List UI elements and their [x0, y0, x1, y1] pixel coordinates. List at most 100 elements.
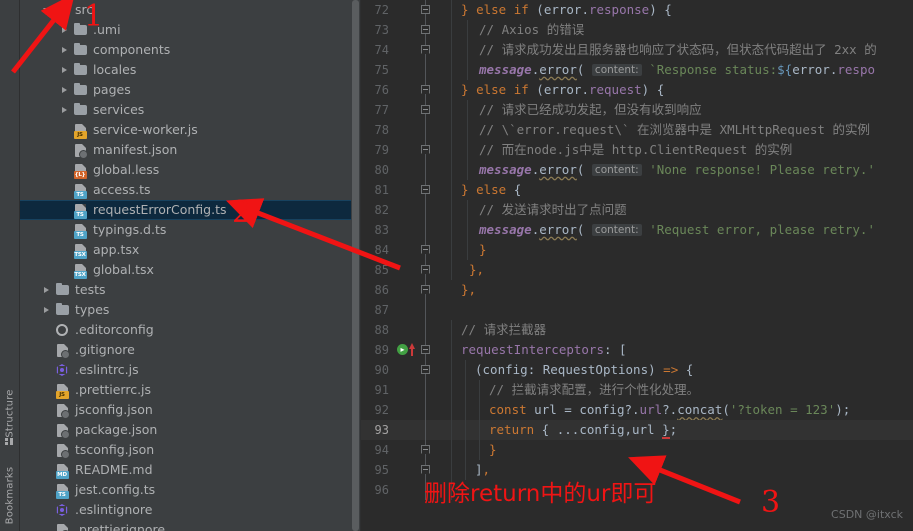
expand-arrow[interactable] [58, 140, 71, 160]
expand-arrow[interactable] [40, 320, 53, 340]
expand-arrow[interactable] [40, 340, 53, 360]
fold-gutter[interactable] [415, 300, 437, 320]
file-tree-item[interactable]: MD README.md [20, 460, 360, 480]
file-tree-item[interactable]: services [20, 100, 360, 120]
fold-gutter[interactable] [415, 60, 437, 80]
file-tree-item[interactable]: JS .prettierrc.js [20, 380, 360, 400]
expand-arrow[interactable] [40, 460, 53, 480]
file-tree-item[interactable]: src [20, 0, 360, 20]
expand-arrow[interactable] [58, 160, 71, 180]
fold-collapse-icon[interactable] [421, 105, 430, 114]
fold-gutter[interactable] [415, 40, 437, 60]
file-tree-item[interactable]: components [20, 40, 360, 60]
file-tree-item[interactable]: TSX global.tsx [20, 260, 360, 280]
file-tree-item[interactable]: package.json [20, 420, 360, 440]
expand-arrow[interactable] [58, 100, 71, 120]
fold-gutter[interactable] [415, 220, 437, 240]
fold-gutter[interactable] [415, 340, 437, 360]
file-tree-item[interactable]: manifest.json [20, 140, 360, 160]
file-tree-item[interactable]: TS requestErrorConfig.ts [20, 200, 360, 220]
fold-gutter[interactable] [415, 200, 437, 220]
code-editor[interactable]: 72} else if (error.response) {73 // Axios… [361, 0, 913, 531]
expand-arrow[interactable] [58, 60, 71, 80]
file-tree-item[interactable]: .editorconfig [20, 320, 360, 340]
fold-gutter[interactable] [415, 280, 437, 300]
file-tree-scrollbar-thumb[interactable] [352, 0, 359, 531]
expand-arrow[interactable] [40, 380, 53, 400]
file-tree-item[interactable]: JS service-worker.js [20, 120, 360, 140]
tool-window-bookmarks[interactable]: Bookmarks [4, 467, 15, 525]
tool-window-structure[interactable]: Structure [4, 389, 15, 437]
file-tree-item[interactable]: jsconfig.json [20, 400, 360, 420]
fold-collapse-icon[interactable] [421, 445, 430, 454]
file-tree-scrollbar[interactable] [351, 0, 360, 531]
fold-gutter[interactable] [415, 460, 437, 480]
fold-collapse-icon[interactable] [421, 245, 430, 254]
expand-arrow[interactable] [40, 300, 53, 320]
file-tree-item[interactable]: tsconfig.json [20, 440, 360, 460]
expand-arrow[interactable] [40, 360, 53, 380]
fold-gutter[interactable] [415, 420, 437, 440]
file-tree-item[interactable]: TS typings.d.ts [20, 220, 360, 240]
fold-gutter[interactable] [415, 160, 437, 180]
fold-collapse-icon[interactable] [421, 145, 430, 154]
fold-collapse-icon[interactable] [421, 345, 430, 354]
fold-collapse-icon[interactable] [421, 5, 430, 14]
fold-gutter[interactable] [415, 20, 437, 40]
expand-arrow[interactable] [40, 480, 53, 500]
file-tree-item[interactable]: types [20, 300, 360, 320]
file-tree-item[interactable]: TSX app.tsx [20, 240, 360, 260]
expand-arrow[interactable] [40, 400, 53, 420]
fold-gutter[interactable] [415, 480, 437, 500]
expand-arrow[interactable] [58, 20, 71, 40]
fold-gutter[interactable] [415, 0, 437, 20]
file-tree-item[interactable]: .gitignore [20, 340, 360, 360]
fold-gutter[interactable] [415, 400, 437, 420]
expand-arrow[interactable] [58, 80, 71, 100]
expand-arrow[interactable] [40, 440, 53, 460]
fold-gutter[interactable] [415, 80, 437, 100]
file-tree-item[interactable]: .eslintrc.js [20, 360, 360, 380]
file-tree-item[interactable]: tests [20, 280, 360, 300]
fold-gutter[interactable] [415, 240, 437, 260]
expand-arrow[interactable] [40, 520, 53, 531]
fold-collapse-icon[interactable] [421, 185, 430, 194]
expand-arrow[interactable] [58, 240, 71, 260]
fold-collapse-icon[interactable] [421, 265, 430, 274]
file-tree-item[interactable]: .prettierignore [20, 520, 360, 531]
file-tree-item[interactable]: TS access.ts [20, 180, 360, 200]
fold-gutter[interactable] [415, 320, 437, 340]
fold-collapse-icon[interactable] [421, 25, 430, 34]
fold-gutter[interactable] [415, 380, 437, 400]
fold-gutter[interactable] [415, 440, 437, 460]
fold-gutter[interactable] [415, 180, 437, 200]
file-tree-item[interactable]: pages [20, 80, 360, 100]
fold-collapse-icon[interactable] [421, 365, 430, 374]
expand-arrow[interactable] [58, 220, 71, 240]
fold-gutter[interactable] [415, 100, 437, 120]
run-gutter-icon[interactable]: ▸ [397, 344, 408, 355]
expand-arrow[interactable] [58, 260, 71, 280]
expand-arrow[interactable] [58, 200, 71, 220]
expand-arrow[interactable] [58, 180, 71, 200]
fold-collapse-icon[interactable] [421, 85, 430, 94]
expand-arrow[interactable] [58, 120, 71, 140]
fold-gutter[interactable] [415, 120, 437, 140]
fold-gutter[interactable] [415, 360, 437, 380]
expand-arrow[interactable] [40, 280, 53, 300]
expand-arrow[interactable] [40, 500, 53, 520]
file-tree-item[interactable]: .eslintignore [20, 500, 360, 520]
fold-gutter[interactable] [415, 260, 437, 280]
fold-collapse-icon[interactable] [421, 285, 430, 294]
fold-collapse-icon[interactable] [421, 45, 430, 54]
file-tree-item[interactable]: locales [20, 60, 360, 80]
file-tree-item[interactable]: TS jest.config.ts [20, 480, 360, 500]
file-tree-item[interactable]: {L} global.less [20, 160, 360, 180]
file-tree-item[interactable]: .umi [20, 20, 360, 40]
expand-arrow[interactable] [40, 420, 53, 440]
expand-arrow[interactable] [58, 40, 71, 60]
fold-collapse-icon[interactable] [421, 465, 430, 474]
expand-arrow[interactable] [40, 0, 53, 20]
fold-gutter[interactable] [415, 140, 437, 160]
project-file-tree[interactable]: src .umi components locales pages services JS s… [20, 0, 361, 531]
